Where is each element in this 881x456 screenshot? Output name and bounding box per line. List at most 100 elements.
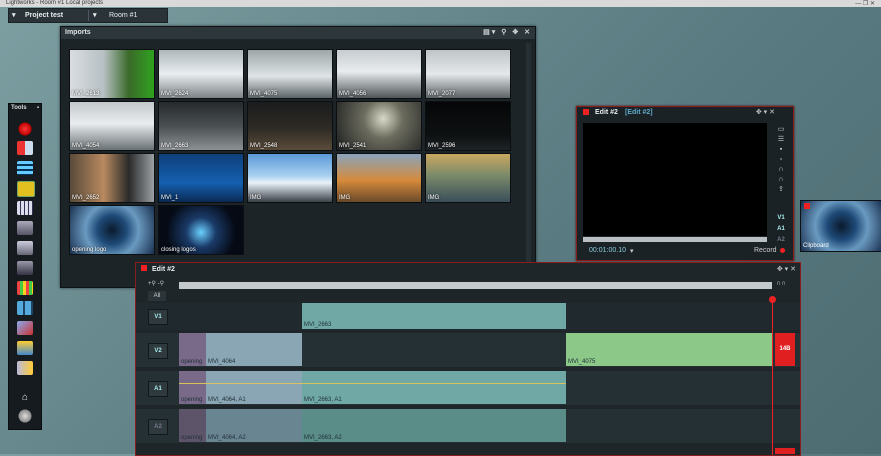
a1-clip-2[interactable]: MVI_2663, A1 <box>302 371 566 404</box>
import-thumbnail[interactable]: MVI_4075 <box>247 49 333 99</box>
edit-viewer: Edit #2 [Edit #2] ✥ ▾ ✕ 00:01:00.10 ▾ Re… <box>576 106 794 261</box>
box-tool-icon[interactable] <box>17 221 33 235</box>
playhead-line[interactable] <box>772 299 773 455</box>
device-tool-icon[interactable] <box>17 261 33 275</box>
thumbnail-label: IMG <box>428 195 440 201</box>
keyboard-tool-icon[interactable] <box>17 201 33 215</box>
viewer-red-marker <box>583 109 589 115</box>
thumbnail-label: MVI_2596 <box>428 143 456 149</box>
room-name[interactable]: Room #1 <box>109 9 137 22</box>
viewer-timecode-dropdown-icon[interactable]: ▾ <box>630 247 634 255</box>
timeline-end-tag: 14B <box>775 333 795 366</box>
tools-panel: Tools ▪ ⌂ <box>8 103 42 430</box>
import-thumbnail[interactable]: MVI_2077 <box>425 49 511 99</box>
help-tool-icon[interactable] <box>17 409 33 423</box>
viewer-scrub-bar[interactable] <box>583 237 767 242</box>
import-thumbnail[interactable]: MVI_2652 <box>69 153 155 203</box>
project-switch-icon[interactable]: ▾ <box>12 9 16 22</box>
viewer-record-icon[interactable] <box>780 248 785 253</box>
track-a1-label[interactable]: A1 <box>148 381 168 397</box>
thumbnail-label: MVI_2652 <box>72 195 100 201</box>
viewer-timecode[interactable]: 00:01:00.10 <box>589 247 626 254</box>
thumbnail-label: MVI_2077 <box>428 91 456 97</box>
a2-clip-1[interactable]: MVI_4064, A2 <box>206 409 302 442</box>
timeline-title: Edit #2 <box>152 266 175 273</box>
tools-title: Tools ▪ <box>11 104 39 113</box>
thumbnail-label: MVI_4054 <box>72 143 100 149</box>
timeline-end-tag-lower <box>775 448 795 454</box>
timeline-end-icons[interactable]: ∩∩ <box>776 280 786 287</box>
window-controls[interactable]: — ❐ ✕ <box>855 0 875 7</box>
imports-title: Imports <box>65 29 91 36</box>
viewer-header-icons[interactable]: ✥ ▾ ✕ <box>756 108 775 116</box>
imports-scrollbar[interactable] <box>526 43 531 273</box>
clipboard-thumb[interactable]: Clipboard <box>800 200 881 252</box>
track-a2-label[interactable]: A2 <box>148 419 168 435</box>
thumbnail-label: MVI_2548 <box>250 143 278 149</box>
tools-close-icon[interactable]: ▪ <box>37 104 39 113</box>
clipboard-red-marker <box>804 203 810 209</box>
import-thumbnail[interactable]: MVI_4056 <box>336 49 422 99</box>
import-thumbnail[interactable]: MVI_2613 <box>69 49 155 99</box>
thumbnail-label: MVI_1 <box>161 195 179 201</box>
meters-tool-icon[interactable] <box>17 281 33 295</box>
import-thumbnail[interactable]: closing logos <box>158 205 244 255</box>
imports-header-icons[interactable]: ▤▾ ⚲ ✥ ✕ <box>483 27 532 39</box>
viewer-side-tools[interactable]: ▭ ☰ ▪ ▫ ∩ ∩ ⇪ <box>776 125 786 195</box>
viewer-record-label[interactable]: Record <box>754 247 777 254</box>
list-tool-icon[interactable] <box>17 161 33 175</box>
thumbnail-label: closing logos <box>161 247 196 253</box>
a1-clip-1[interactable]: MVI_4064, A1 <box>206 371 302 404</box>
timeline-red-marker <box>141 265 147 271</box>
timeline-all-button[interactable]: All <box>148 291 166 301</box>
import-thumbnail[interactable]: IMG <box>336 153 422 203</box>
project-name[interactable]: Project test <box>25 9 63 22</box>
import-thumbnail[interactable]: MVI_2624 <box>158 49 244 99</box>
effects-tool-icon[interactable] <box>17 321 33 335</box>
imports-grid: MVI_2613 MVI_2624 MVI_4075 MVI_4056 MVI_2077… <box>69 49 514 281</box>
project-bar: ▾ Project test ▾ Room #1 <box>8 8 168 23</box>
thumbnail-label: MVI_2624 <box>161 91 189 97</box>
settings-tool-icon[interactable] <box>17 341 33 355</box>
playhead-handle[interactable] <box>769 296 776 303</box>
record-tool-icon[interactable] <box>17 122 33 136</box>
track-v1-label[interactable]: V1 <box>148 309 168 325</box>
import-thumbnail[interactable]: MVI_4054 <box>69 101 155 151</box>
printer-tool-icon[interactable] <box>17 241 33 255</box>
imports-header: Imports ▤▾ ⚲ ✥ ✕ <box>61 27 535 39</box>
v2-clip-2[interactable]: MVI_4075 <box>566 333 773 366</box>
grid-tool-icon[interactable] <box>17 301 33 315</box>
timeline-zoom-icons[interactable]: +⚲ -⚲ <box>148 280 164 287</box>
import-thumbnail[interactable]: IMG <box>247 153 333 203</box>
thumbnail-label: MVI_2663 <box>161 143 189 149</box>
thumbnail-label: MVI_4056 <box>339 91 367 97</box>
a1-opening-clip[interactable]: opening <box>179 371 206 404</box>
viewer-track-a2[interactable]: A2 <box>776 235 786 246</box>
v2-opening-clip[interactable]: opening <box>179 333 206 366</box>
viewer-track-a1[interactable]: A1 <box>776 224 786 235</box>
viewer-track-v1[interactable]: V1 <box>776 213 786 224</box>
home-tool-icon[interactable]: ⌂ <box>17 391 33 405</box>
thumbnail-label: IMG <box>339 195 351 201</box>
viewer-title: Edit #2 <box>595 109 618 116</box>
import-thumbnail[interactable]: IMG <box>425 153 511 203</box>
a2-clip-2[interactable]: MVI_2663, A2 <box>302 409 566 442</box>
import-tool-icon[interactable] <box>17 141 33 155</box>
timeline-ruler[interactable] <box>179 282 772 289</box>
folder-tool-icon[interactable] <box>17 181 35 197</box>
import-thumbnail[interactable]: MVI_2663 <box>158 101 244 151</box>
import-thumbnail[interactable]: MVI_1 <box>158 153 244 203</box>
track-v2-label[interactable]: V2 <box>148 343 168 359</box>
a2-opening-clip[interactable]: opening <box>179 409 206 442</box>
import-thumbnail[interactable]: opening logo <box>69 205 155 255</box>
thumbnail-label: MVI_2613 <box>72 91 100 97</box>
import-thumbnail[interactable]: MVI_2596 <box>425 101 511 151</box>
thumbnail-label: MVI_2541 <box>339 143 367 149</box>
import-thumbnail[interactable]: MVI_2541 <box>336 101 422 151</box>
v2-clip-1[interactable]: MVI_4064 <box>206 333 302 366</box>
import-thumbnail[interactable]: MVI_2548 <box>247 101 333 151</box>
room-switch-icon[interactable]: ▾ <box>93 9 97 22</box>
timeline-header-icons[interactable]: ✥ ▾ ✕ <box>777 265 796 273</box>
export-tool-icon[interactable] <box>17 361 33 375</box>
v1-clip[interactable]: MVI_2663 <box>302 303 566 329</box>
